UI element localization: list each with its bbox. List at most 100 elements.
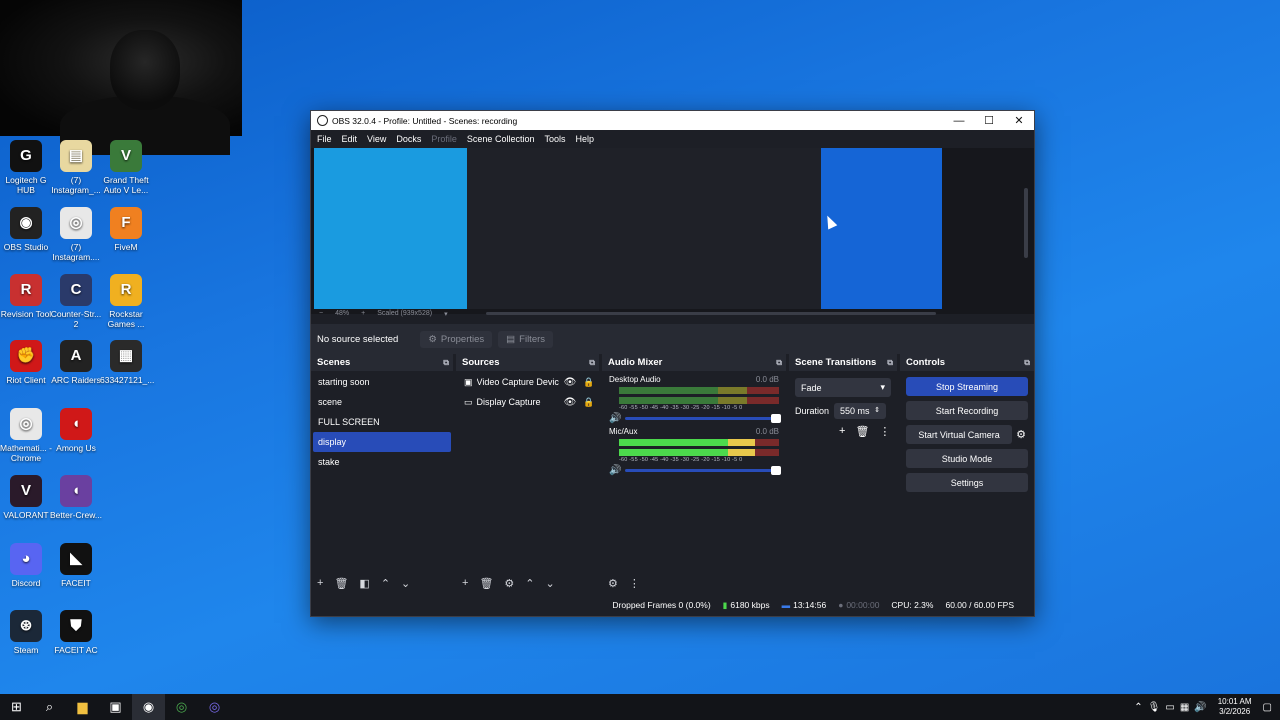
- desktop-icon[interactable]: ⊛ Steam: [0, 610, 52, 655]
- zoom-in-icon[interactable]: +: [361, 310, 365, 317]
- windows-start-icon[interactable]: ⊞: [0, 694, 33, 720]
- desktop-icon[interactable]: ▤ (7) Instagram_...: [50, 140, 102, 195]
- scale-dropdown-icon[interactable]: ▾: [444, 310, 448, 318]
- mixer-menu-icon[interactable]: ⋮: [629, 577, 640, 590]
- source-item[interactable]: ▭ Display Capture 👁 🔒: [458, 392, 597, 412]
- stop-streaming-button[interactable]: Stop Streaming: [906, 377, 1028, 396]
- desktop-icon[interactable]: A ARC Raiders: [50, 340, 102, 385]
- preview-vertical-scrollbar[interactable]: [1024, 188, 1028, 258]
- dock-menu-icon[interactable]: ⧉: [1024, 358, 1030, 368]
- obs-taskbar-icon[interactable]: ◉: [132, 694, 165, 720]
- menu-help[interactable]: Help: [575, 134, 594, 144]
- desktop-icon[interactable]: C Counter-Str... 2: [50, 274, 102, 329]
- menu-docks[interactable]: Docks: [396, 134, 421, 144]
- duration-input[interactable]: 550 ms ⇕: [834, 403, 887, 419]
- move-up-icon[interactable]: ⌃: [525, 577, 534, 590]
- speaker-icon[interactable]: 🔊: [609, 413, 621, 424]
- search-icon[interactable]: ⌕: [33, 694, 66, 720]
- store-icon[interactable]: ▣: [99, 694, 132, 720]
- speaker-icon[interactable]: 🔊: [609, 465, 621, 476]
- menu-edit[interactable]: Edit: [342, 134, 358, 144]
- minimize-icon[interactable]: —: [944, 115, 974, 127]
- file-explorer-icon[interactable]: ▆: [66, 694, 99, 720]
- properties-button[interactable]: ⚙ Properties: [420, 330, 493, 348]
- remove-transition-icon[interactable]: 🗑: [855, 425, 869, 438]
- desktop-icon[interactable]: ◣ FACEIT: [50, 543, 102, 588]
- move-down-icon[interactable]: ⌄: [401, 577, 410, 590]
- scene-item[interactable]: starting soon: [313, 372, 451, 392]
- start-recording-button[interactable]: Start Recording: [906, 401, 1028, 420]
- preview-canvas[interactable]: [314, 148, 942, 309]
- slider-handle[interactable]: [771, 414, 781, 423]
- desktop-icon[interactable]: ◎ (7) Instagram....: [50, 207, 102, 262]
- source-item[interactable]: ▣ Video Capture Devic 👁 🔒: [458, 372, 597, 392]
- close-icon[interactable]: ✕: [1004, 114, 1034, 127]
- start-virtual-camera-button[interactable]: Start Virtual Camera: [906, 425, 1013, 444]
- gear-icon[interactable]: ⚙: [1016, 428, 1026, 441]
- transition-menu-icon[interactable]: ⋮: [879, 425, 890, 438]
- maximize-icon[interactable]: ☐: [974, 114, 1004, 127]
- microphone-icon[interactable]: 🎙: [1148, 702, 1161, 713]
- lock-icon[interactable]: 🔒: [581, 377, 597, 388]
- dock-menu-icon[interactable]: ⧉: [776, 358, 782, 368]
- eye-icon[interactable]: 👁: [563, 397, 577, 408]
- advanced-audio-icon[interactable]: ⚙: [608, 577, 618, 590]
- lock-icon[interactable]: 🔒: [581, 397, 597, 408]
- battery-icon[interactable]: ▭: [1165, 702, 1174, 713]
- volume-slider[interactable]: [625, 466, 781, 475]
- zoom-out-icon[interactable]: −: [319, 310, 323, 317]
- desktop-icon[interactable]: ✊ Riot Client: [0, 340, 52, 385]
- filters-button[interactable]: ▤ Filters: [498, 330, 554, 348]
- menu-view[interactable]: View: [367, 134, 386, 144]
- notification-icon[interactable]: ▢: [1263, 702, 1272, 713]
- move-down-icon[interactable]: ⌄: [546, 577, 555, 590]
- desktop-icon[interactable]: F FiveM: [100, 207, 152, 252]
- desktop-icon[interactable]: ◉ OBS Studio: [0, 207, 52, 252]
- source-properties-icon[interactable]: ⚙: [504, 577, 514, 590]
- scene-item[interactable]: scene: [313, 392, 451, 412]
- scene-filters-icon[interactable]: ◧: [359, 577, 369, 590]
- desktop-icon[interactable]: G Logitech G HUB: [0, 140, 52, 195]
- menu-file[interactable]: File: [317, 134, 332, 144]
- eye-icon[interactable]: 👁: [563, 377, 577, 388]
- transition-select[interactable]: Fade ▾: [795, 378, 891, 397]
- menu-scene-collection[interactable]: Scene Collection: [467, 134, 535, 144]
- dock-menu-icon[interactable]: ⧉: [589, 358, 595, 368]
- desktop-icon[interactable]: R Rockstar Games ...: [100, 274, 152, 329]
- slider-handle[interactable]: [771, 466, 781, 475]
- clock[interactable]: 10:01 AM 3/2/2026: [1218, 697, 1252, 717]
- desktop-icon[interactable]: V Grand Theft Auto V Le...: [100, 140, 152, 195]
- scene-item[interactable]: FULL SCREEN: [313, 412, 451, 432]
- studio-mode-button[interactable]: Studio Mode: [906, 449, 1028, 468]
- tray-chevron-icon[interactable]: ⌃: [1134, 702, 1142, 713]
- dock-menu-icon[interactable]: ⧉: [443, 358, 449, 368]
- desktop-icon[interactable]: ◖ Better-Crew...: [50, 475, 102, 520]
- volume-slider[interactable]: [625, 414, 781, 423]
- desktop-icon[interactable]: ⛊ FACEIT AC: [50, 610, 102, 655]
- scene-item[interactable]: display: [313, 432, 451, 452]
- chrome-taskbar-icon[interactable]: ◎: [165, 694, 198, 720]
- add-source-icon[interactable]: +: [462, 577, 468, 589]
- add-scene-icon[interactable]: +: [317, 577, 323, 589]
- menu-tools[interactable]: Tools: [544, 134, 565, 144]
- volume-icon[interactable]: 🔊: [1194, 702, 1206, 713]
- menu-profile[interactable]: Profile: [431, 134, 457, 144]
- network-icon[interactable]: ▦: [1180, 702, 1189, 713]
- obs-titlebar[interactable]: OBS 32.0.4 - Profile: Untitled - Scenes:…: [311, 111, 1034, 130]
- preview-horizontal-scrollbar[interactable]: [486, 312, 936, 315]
- remove-scene-icon[interactable]: 🗑: [334, 577, 348, 590]
- desktop-icon[interactable]: ◖ Among Us: [50, 408, 102, 453]
- desktop-icon[interactable]: ◎ Mathemati... - Chrome: [0, 408, 52, 463]
- remove-source-icon[interactable]: 🗑: [479, 577, 493, 590]
- settings-button[interactable]: Settings: [906, 473, 1028, 492]
- add-transition-icon[interactable]: +: [839, 425, 845, 438]
- stepper-icon[interactable]: ⇕: [874, 406, 880, 416]
- desktop-icon[interactable]: R Revision Tool: [0, 274, 52, 319]
- chrome-profile-taskbar-icon[interactable]: ◎: [198, 694, 231, 720]
- dock-menu-icon[interactable]: ⧉: [887, 358, 893, 368]
- desktop-icon[interactable]: ▦ 633427121_...: [100, 340, 154, 385]
- desktop-icon[interactable]: V VALORANT: [0, 475, 52, 520]
- scene-item[interactable]: stake: [313, 452, 451, 472]
- move-up-icon[interactable]: ⌃: [381, 577, 390, 590]
- desktop-icon[interactable]: ◕ Discord: [0, 543, 52, 588]
